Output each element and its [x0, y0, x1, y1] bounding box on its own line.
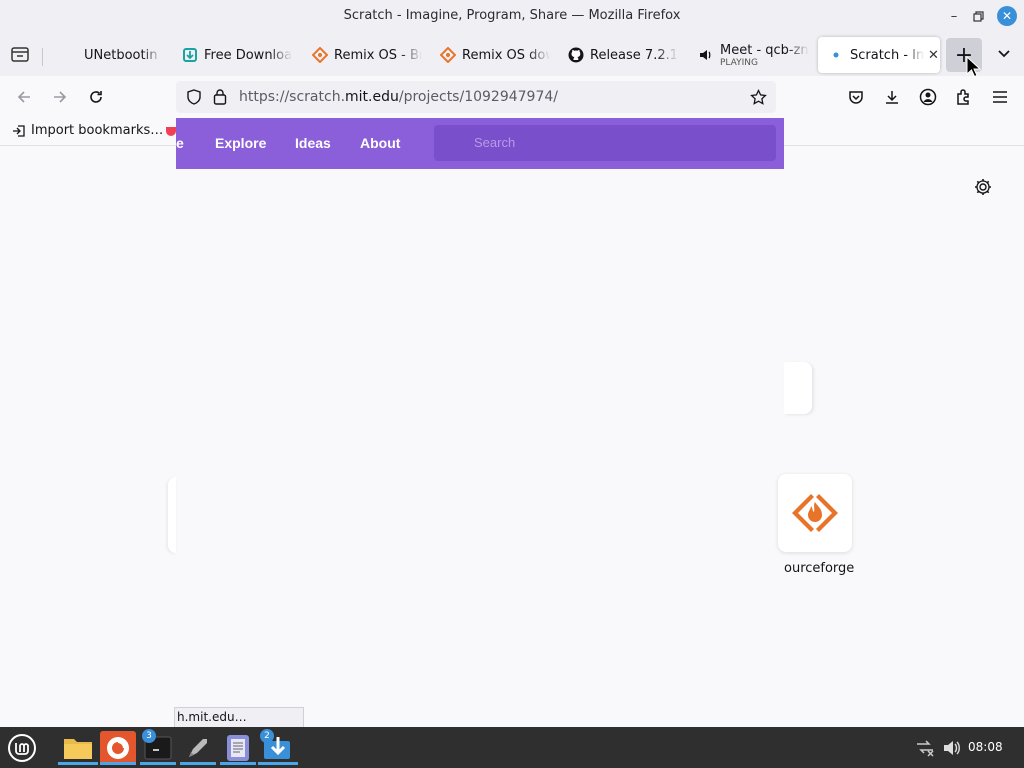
- taskbar-terminal[interactable]: 3: [140, 729, 176, 765]
- app-menu-button[interactable]: [988, 85, 1012, 109]
- maximize-button[interactable]: [968, 6, 988, 26]
- page-content: ourceforge h.mit.edu…: [0, 147, 1024, 727]
- tracking-protection-shield-icon[interactable]: [186, 89, 202, 105]
- firefox-view-button[interactable]: [8, 42, 32, 66]
- navigation-toolbar: https://scratch.mit.edu/projects/1092947…: [0, 76, 1024, 118]
- pocket-icon: [849, 91, 863, 104]
- scratch-search-input[interactable]: Search: [434, 125, 776, 161]
- reload-icon: [90, 91, 102, 103]
- close-window-button[interactable]: ✕: [997, 6, 1017, 26]
- tab-meet[interactable]: Meet - qcb-zn PLAYING: [698, 37, 808, 73]
- pocket-button[interactable]: [844, 85, 868, 109]
- import-bookmarks-item[interactable]: Import bookmarks…: [12, 123, 163, 138]
- restore-icon: [972, 10, 984, 22]
- mouse-cursor-icon: [966, 56, 982, 78]
- link-status-tooltip: h.mit.edu…: [174, 707, 304, 727]
- sourceforge-logo-icon: [792, 494, 838, 532]
- network-disconnected-icon: [917, 740, 934, 757]
- firefox-view-icon: [11, 47, 29, 62]
- tab-unetbootin[interactable]: UNetbootin - I: [62, 37, 162, 73]
- rocket-icon: [189, 739, 207, 757]
- address-bar[interactable]: https://scratch.mit.edu/projects/1092947…: [176, 81, 776, 113]
- lock-icon[interactable]: [213, 88, 227, 105]
- account-button[interactable]: [916, 85, 940, 109]
- network-tray-button[interactable]: [910, 731, 940, 765]
- forward-button[interactable]: [48, 85, 72, 109]
- tab-scratch[interactable]: Scratch - Im ✕: [818, 37, 940, 73]
- window-titlebar: Scratch - Imagine, Program, Share — Mozi…: [0, 0, 1024, 32]
- tab-playing-label: PLAYING: [720, 57, 758, 68]
- terminal-window-count-badge: 3: [142, 729, 156, 743]
- github-icon: [568, 47, 584, 63]
- taskbar-app-launcher[interactable]: [180, 731, 216, 765]
- sourceforge-shortcut-label: ourceforge: [784, 561, 855, 576]
- shortcut-tile-partial[interactable]: [168, 477, 176, 553]
- linux-mint-menu-icon: [8, 734, 36, 762]
- tab-remix-os-browse[interactable]: Remix OS - Br: [312, 37, 422, 73]
- folder-icon: [64, 739, 92, 759]
- taskbar: 3 2 08:08: [0, 727, 1024, 768]
- hamburger-menu-icon: [993, 91, 1007, 103]
- tab-remix-os-download[interactable]: Remix OS dow: [440, 37, 550, 73]
- url-text[interactable]: https://scratch.mit.edu/projects/1092947…: [239, 89, 558, 105]
- sourceforge-icon: [312, 47, 328, 63]
- bookmark-star-icon[interactable]: [750, 89, 767, 106]
- volume-icon: [944, 741, 960, 755]
- close-tab-icon[interactable]: ✕: [928, 48, 939, 63]
- import-icon: [13, 124, 25, 137]
- speaker-playing-icon: [698, 47, 714, 63]
- scratch-nav-explore[interactable]: Explore: [215, 135, 266, 151]
- scratch-search-placeholder: Search: [474, 135, 516, 150]
- downloads-button[interactable]: [880, 85, 904, 109]
- taskbar-text-editor[interactable]: [220, 731, 256, 765]
- start-menu-button[interactable]: [4, 731, 40, 765]
- account-icon: [919, 88, 937, 106]
- puzzle-icon: [957, 89, 969, 105]
- download-site-icon: [182, 47, 198, 63]
- forward-arrow-icon: [54, 91, 67, 103]
- back-button[interactable]: [12, 85, 36, 109]
- pocket-bookmark-icon[interactable]: [166, 126, 176, 138]
- tab-strip: UNetbootin - I Free Downloa Remix OS - B…: [0, 32, 1024, 76]
- taskbar-clock[interactable]: 08:08: [968, 740, 1003, 754]
- taskbar-firefox[interactable]: [100, 731, 136, 765]
- sourceforge-shortcut-tile[interactable]: [778, 474, 852, 552]
- blank-sidebar-area: [0, 147, 176, 727]
- text-editor-icon: [227, 735, 249, 761]
- chevron-down-icon: [998, 50, 1010, 58]
- window-title: Scratch - Imagine, Program, Share — Mozi…: [343, 8, 681, 23]
- scratch-nav-about[interactable]: About: [360, 135, 400, 151]
- volume-tray-button[interactable]: [938, 731, 966, 765]
- scratch-nav-ideas[interactable]: Ideas: [295, 135, 331, 151]
- loading-dot-icon: [828, 47, 844, 63]
- taskbar-update-manager[interactable]: 2: [258, 729, 298, 765]
- list-all-tabs-button[interactable]: [994, 44, 1014, 64]
- tab-free-download[interactable]: Free Downloa: [182, 37, 292, 73]
- extensions-button[interactable]: [952, 85, 976, 109]
- scratch-header-bar: e Explore Ideas About Search: [176, 118, 784, 169]
- reload-button[interactable]: [84, 85, 108, 109]
- back-arrow-icon: [17, 91, 30, 103]
- tab-release[interactable]: Release 7.2.1: [568, 37, 678, 73]
- taskbar-files[interactable]: [58, 731, 98, 765]
- newtab-settings-gear-icon[interactable]: [973, 177, 993, 197]
- updates-count-badge: 2: [260, 729, 274, 743]
- firefox-icon: [107, 737, 129, 759]
- download-icon: [886, 91, 898, 104]
- scratch-nav-create-partial[interactable]: e: [176, 135, 184, 151]
- shortcut-tile-partial[interactable]: [784, 362, 812, 414]
- blank-favicon-icon: [62, 47, 78, 63]
- minimize-button[interactable]: –: [944, 6, 964, 26]
- sourceforge-icon: [440, 47, 456, 63]
